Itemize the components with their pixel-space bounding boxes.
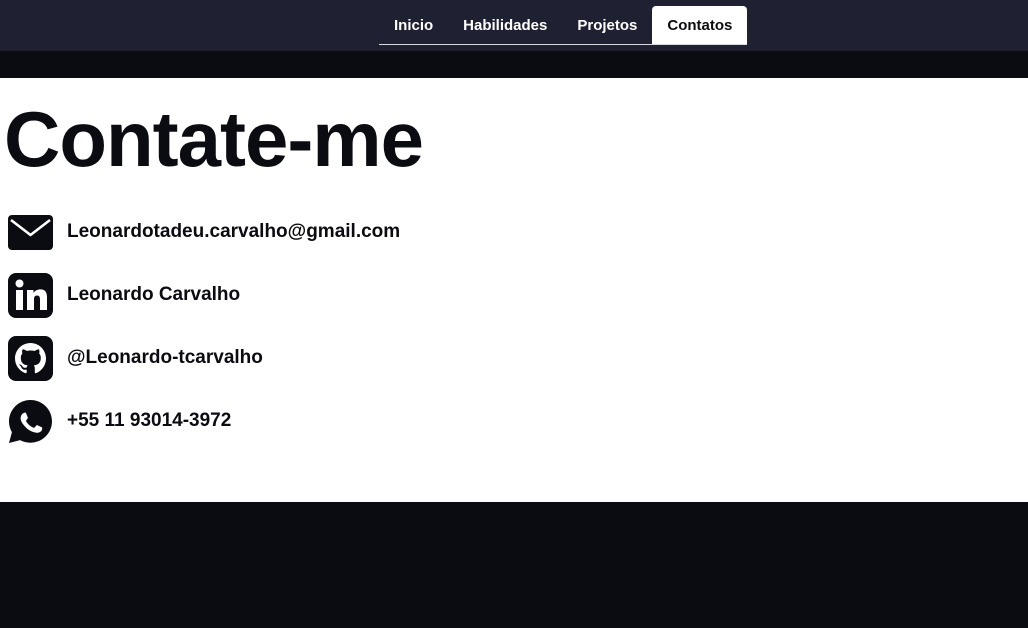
whatsapp-icon	[8, 399, 53, 444]
contact-section: Contate-me Leonardotadeu.carvalho@gmail.…	[0, 78, 1028, 502]
tab-habilidades[interactable]: Habilidades	[448, 6, 562, 44]
github-icon	[8, 335, 53, 381]
contact-github-text[interactable]: @Leonardo-tcarvalho	[67, 347, 263, 369]
nav-tabs: Inicio Habilidades Projetos Contatos	[379, 6, 748, 45]
contact-email-text[interactable]: Leonardotadeu.carvalho@gmail.com	[67, 221, 400, 243]
tab-projetos[interactable]: Projetos	[562, 6, 652, 44]
tab-inicio[interactable]: Inicio	[379, 6, 448, 44]
top-navigation-bar: Inicio Habilidades Projetos Contatos	[0, 0, 1028, 51]
contact-whatsapp[interactable]: +55 11 93014-3972	[8, 398, 231, 444]
contact-linkedin[interactable]: Leonardo Carvalho	[8, 272, 240, 318]
email-icon	[8, 210, 53, 255]
tab-contatos[interactable]: Contatos	[652, 6, 748, 44]
header-separator-band	[0, 51, 1028, 78]
page-title: Contate-me	[4, 95, 424, 183]
contact-whatsapp-text[interactable]: +55 11 93014-3972	[67, 410, 231, 432]
contact-linkedin-text[interactable]: Leonardo Carvalho	[67, 284, 240, 306]
linkedin-icon	[8, 272, 53, 318]
contact-email[interactable]: Leonardotadeu.carvalho@gmail.com	[8, 209, 400, 255]
contact-github[interactable]: @Leonardo-tcarvalho	[8, 335, 263, 381]
page-footer-area	[0, 502, 1028, 628]
